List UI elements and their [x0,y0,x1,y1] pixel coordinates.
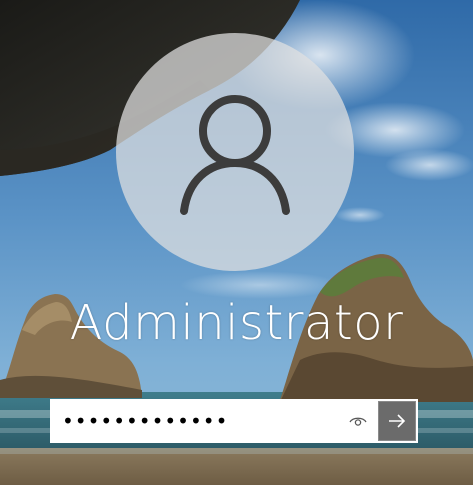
password-box [50,399,418,443]
lock-screen: Administrator [0,0,473,485]
password-input[interactable] [52,401,378,441]
submit-button[interactable] [378,401,416,441]
eye-icon[interactable] [348,411,368,431]
username-label: Administrator [69,295,404,351]
user-avatar [116,33,354,271]
user-silhouette-icon [180,95,290,215]
arrow-right-icon [389,414,406,428]
